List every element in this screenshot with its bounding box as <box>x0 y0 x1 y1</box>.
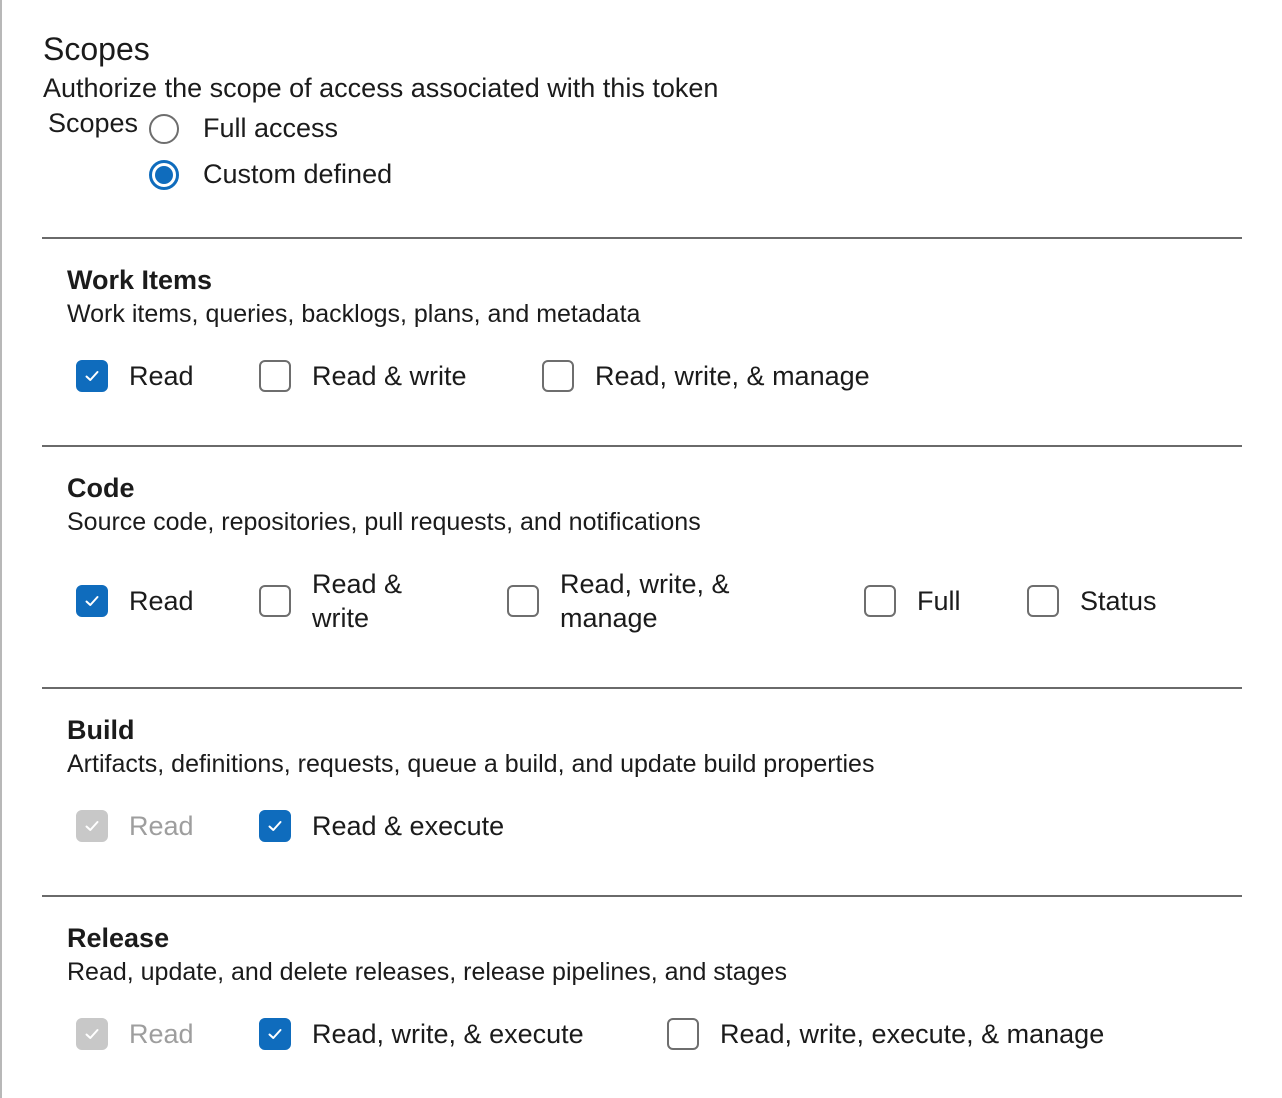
checkmark-icon <box>268 821 282 831</box>
section-divider <box>42 237 1242 239</box>
left-panel-edge <box>0 0 2 1098</box>
scopes-radio-group-label: Scopes <box>48 108 139 138</box>
checkbox-label: Full <box>917 586 961 616</box>
radio-button[interactable] <box>149 159 179 190</box>
checkbox-label: Read <box>129 811 194 841</box>
checkbox-box[interactable] <box>259 360 291 392</box>
checkmark-icon <box>85 1029 99 1039</box>
checkbox-box <box>76 1018 108 1050</box>
checkbox-label: Read <box>129 361 194 391</box>
radio-custom-defined[interactable]: Custom defined <box>149 159 392 190</box>
checkbox-work-items-read-write[interactable]: Read & write <box>259 359 467 393</box>
checkbox-box[interactable] <box>507 585 539 617</box>
checkbox-label: Read <box>129 586 194 616</box>
checkbox-label: Read & write <box>312 569 403 633</box>
checkbox-box[interactable] <box>259 585 291 617</box>
page-title: Scopes <box>43 31 150 67</box>
checkmark-icon <box>85 596 99 606</box>
radio-button[interactable] <box>149 113 179 144</box>
radio-label: Custom defined <box>203 159 393 189</box>
checkbox-code-status[interactable]: Status <box>1027 584 1157 618</box>
radio-label: Full access <box>203 113 339 143</box>
radio-full-access[interactable]: Full access <box>149 113 338 144</box>
checkbox-build-read-execute[interactable]: Read & execute <box>259 809 504 843</box>
checkbox-box[interactable] <box>864 585 896 617</box>
section-title-build: Build <box>67 715 135 745</box>
checkbox-box[interactable] <box>259 810 291 842</box>
section-title-code: Code <box>67 473 135 503</box>
section-description-code: Source code, repositories, pull requests… <box>67 508 701 536</box>
checkbox-label: Status <box>1080 586 1157 616</box>
checkbox-box[interactable] <box>542 360 574 392</box>
checkbox-box <box>76 810 108 842</box>
checkbox-code-read[interactable]: Read <box>76 584 194 618</box>
checkbox-label: Read, write, & execute <box>312 1019 584 1049</box>
section-divider <box>42 445 1242 447</box>
checkbox-box[interactable] <box>667 1018 699 1050</box>
checkmark-icon <box>268 1029 282 1039</box>
checkbox-label: Read <box>129 1019 194 1049</box>
checkbox-code-full[interactable]: Full <box>864 584 961 618</box>
checkbox-work-items-read[interactable]: Read <box>76 359 194 393</box>
checkbox-box[interactable] <box>259 1018 291 1050</box>
section-divider <box>42 895 1242 897</box>
checkbox-release-read: Read <box>76 1017 194 1051</box>
checkbox-release-read-write-execute-manage[interactable]: Read, write, execute, & manage <box>667 1017 1104 1051</box>
section-description-work-items: Work items, queries, backlogs, plans, an… <box>67 300 641 328</box>
section-title-work-items: Work Items <box>67 265 213 295</box>
section-description-build: Artifacts, definitions, requests, queue … <box>67 750 875 778</box>
checkbox-box[interactable] <box>76 360 108 392</box>
checkbox-label: Read, write, & manage <box>560 569 730 633</box>
checkbox-work-items-read-write-manage[interactable]: Read, write, & manage <box>542 359 870 393</box>
checkbox-release-read-write-execute[interactable]: Read, write, & execute <box>259 1017 584 1051</box>
page-subtitle: Authorize the scope of access associated… <box>43 73 719 103</box>
section-divider <box>42 687 1242 689</box>
checkmark-icon <box>85 821 99 831</box>
checkbox-box[interactable] <box>76 585 108 617</box>
checkbox-label: Read & execute <box>312 811 505 841</box>
checkbox-label: Read & write <box>312 361 467 391</box>
section-title-release: Release <box>67 923 170 953</box>
checkmark-icon <box>85 371 99 381</box>
checkbox-box[interactable] <box>1027 585 1059 617</box>
checkbox-label: Read, write, & manage <box>595 361 870 391</box>
checkbox-code-read-write-manage[interactable]: Read, write, & manage <box>507 567 760 635</box>
checkbox-build-read: Read <box>76 809 194 843</box>
checkbox-code-read-write[interactable]: Read & write <box>259 567 422 635</box>
checkbox-label: Read, write, execute, & manage <box>720 1019 1105 1049</box>
section-description-release: Read, update, and delete releases, relea… <box>67 958 787 986</box>
